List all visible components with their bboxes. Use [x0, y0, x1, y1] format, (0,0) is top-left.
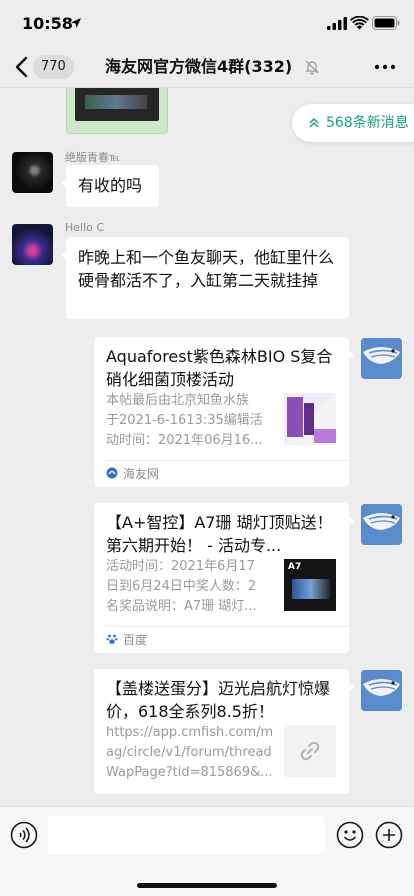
- link-card-title: 【A+智控】A7珊 瑚灯顶贴送！第六期开始！ - 活动专...: [106, 513, 333, 555]
- avatar[interactable]: [361, 670, 402, 711]
- link-card-description-line: ag/circle/v1/forum/thread: [106, 745, 272, 760]
- location-arrow-icon: [71, 18, 81, 28]
- link-card-title: 【盖楼送蛋分】迈光启航灯惊爆价，618全系列8.5折！: [106, 679, 331, 721]
- baidu-paw-icon: [106, 634, 118, 644]
- text-message-bubble[interactable]: 有收的吗: [61, 165, 159, 207]
- link-card-source: 百度: [106, 632, 147, 648]
- image-message-thumbnail: [75, 88, 159, 121]
- link-card-description: https://app.cmfish.com/m ag/circle/v1/fo…: [106, 723, 274, 783]
- status-time: 10:58: [22, 14, 73, 33]
- image-message[interactable]: [66, 88, 168, 134]
- link-card-thumbnail: [284, 393, 336, 445]
- link-card-source: 海友网: [106, 466, 159, 482]
- emoji-icon[interactable]: [336, 821, 364, 849]
- battery-icon: [372, 16, 400, 30]
- avatar[interactable]: [361, 338, 402, 379]
- fish-avatar-icon: [361, 504, 402, 545]
- link-icon: [300, 741, 320, 761]
- site-logo-icon: [106, 467, 118, 479]
- link-card-title: Aquaforest紫色森林BIO S复合硝化细菌顶楼活动: [106, 347, 333, 389]
- fish-avatar-icon: [361, 338, 402, 379]
- link-card-description-line: 本帖最后由北京知鱼水族: [106, 393, 250, 408]
- link-card-thumbnail: [284, 725, 336, 777]
- unread-count-badge[interactable]: 770: [33, 55, 74, 79]
- thumbnail-caption: A7: [288, 562, 302, 572]
- new-messages-label: 568条新消息: [326, 115, 409, 131]
- nav-bar: 770 海友网官方微信4群(332): [0, 46, 414, 88]
- link-card-thumbnail: A7: [284, 559, 336, 611]
- avatar[interactable]: [361, 504, 402, 545]
- link-card-description-line: 日到6月24日中奖人数：2: [106, 579, 257, 594]
- chat-title: 海友网官方微信4群(332): [105, 57, 293, 76]
- link-card[interactable]: 【A+智控】A7珊 瑚灯顶贴送！第六期开始！ - 活动专... 活动时间：202…: [94, 503, 354, 653]
- link-card-description-line: 活动时间：2021年6月17: [106, 559, 255, 574]
- fish-avatar-icon: [361, 670, 402, 711]
- wifi-icon: [350, 16, 369, 30]
- link-card-description-line: https://app.cmfish.com/m: [106, 725, 274, 740]
- mute-bell-icon: [305, 60, 319, 75]
- message-input[interactable]: [48, 816, 325, 854]
- link-card-description-line: WapPage?tid=815869&...: [106, 765, 273, 780]
- voice-icon[interactable]: [10, 821, 38, 849]
- sender-name: 绝版青春℡: [65, 151, 121, 164]
- plus-icon[interactable]: [375, 821, 403, 849]
- status-bar: 10:58: [0, 0, 414, 46]
- signal-icon: [327, 17, 347, 30]
- link-card-description: 本帖最后由北京知鱼水族 于2021-6-1613:35编辑活 动时间：2021年…: [106, 391, 274, 451]
- link-card-description-line: 名奖品说明：A7珊 瑚灯...: [106, 599, 257, 614]
- divider: [106, 460, 349, 461]
- avatar[interactable]: [12, 152, 53, 193]
- double-chevron-up-icon: [309, 117, 319, 128]
- link-card[interactable]: 【盖楼送蛋分】迈光启航灯惊爆价，618全系列8.5折！ https://app.…: [94, 669, 354, 794]
- more-icon[interactable]: [373, 61, 397, 73]
- home-indicator: [137, 883, 277, 888]
- link-card-source-label: 百度: [123, 633, 148, 647]
- divider: [106, 626, 349, 627]
- input-bar: [0, 806, 414, 896]
- link-card-description: 活动时间：2021年6月17 日到6月24日中奖人数：2 名奖品说明：A7珊 瑚…: [106, 557, 274, 617]
- avatar[interactable]: [12, 224, 53, 265]
- link-card-description-line: 动时间：2021年06月16...: [106, 433, 263, 448]
- new-messages-button[interactable]: 568条新消息: [292, 104, 414, 142]
- link-card-description-line: 于2021-6-1613:35编辑活: [106, 413, 263, 428]
- text-message-bubble[interactable]: 昨晚上和一个鱼友聊天，他缸里什么硬骨都活不了，入缸第二天就挂掉: [61, 237, 349, 319]
- sender-name: Hello C: [65, 221, 105, 234]
- link-card[interactable]: Aquaforest紫色森林BIO S复合硝化细菌顶楼活动 本帖最后由北京知鱼水…: [94, 337, 354, 487]
- back-chevron-icon[interactable]: [12, 54, 32, 80]
- link-card-source-label: 海友网: [123, 467, 160, 481]
- chat-message-list[interactable]: 绝版青春℡ 有收的吗 Hello C 昨晚上和一个鱼友聊天，他缸里什么硬骨都活不…: [0, 88, 414, 806]
